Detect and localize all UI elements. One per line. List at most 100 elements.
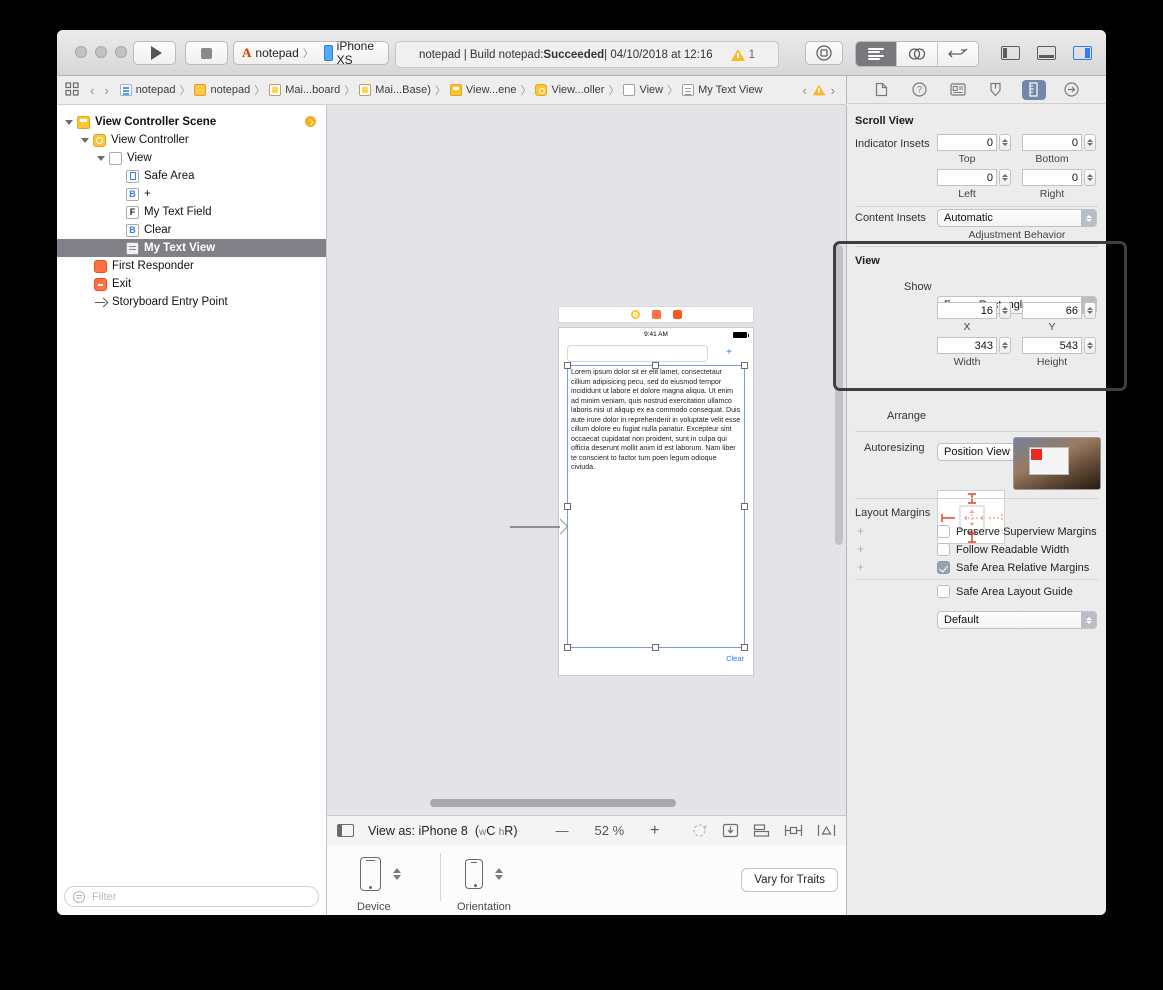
width-input[interactable]	[938, 340, 996, 352]
follow-readable-width-row[interactable]: Follow Readable Width	[937, 543, 1069, 556]
file-inspector-tab[interactable]	[870, 80, 894, 100]
run-button[interactable]	[133, 41, 176, 65]
safe-area-layout-guide-row[interactable]: Safe Area Layout Guide	[937, 585, 1073, 598]
stepper[interactable]	[999, 302, 1011, 319]
outline-row-scene[interactable]: View Controller Scene	[57, 113, 326, 131]
breadcrumb-view-controller[interactable]: View...oller	[535, 84, 604, 96]
clear-button[interactable]: Clear	[726, 654, 744, 663]
breadcrumb-scene[interactable]: View...ene	[450, 84, 517, 96]
navigator-toggle-button[interactable]	[997, 41, 1023, 65]
outline-row-text-field[interactable]: F My Text Field	[57, 203, 326, 221]
window-minimize-button[interactable]	[95, 46, 107, 58]
resize-handle-bottom-left[interactable]	[564, 644, 571, 651]
window-zoom-button[interactable]	[115, 46, 127, 58]
disclosure-triangle[interactable]	[65, 120, 73, 125]
outline-row-clear-button[interactable]: B Clear	[57, 221, 326, 239]
standard-editor-button[interactable]	[856, 42, 897, 66]
outline-row-safe-area[interactable]: Safe Area	[57, 167, 326, 185]
breadcrumb-folder[interactable]: notepad	[194, 84, 250, 96]
zoom-level[interactable]: 52 %	[595, 823, 625, 838]
scheme-selector[interactable]: A notepad 〉 iPhone XS	[233, 41, 389, 65]
checkbox-unchecked-icon[interactable]	[937, 525, 950, 538]
plus-button[interactable]: +	[722, 346, 736, 360]
outline-filter-field[interactable]	[64, 886, 319, 907]
update-frames-button[interactable]	[691, 823, 708, 838]
outline-row-text-view-selected[interactable]: My Text View	[57, 239, 326, 257]
content-insets-dropdown[interactable]: Automatic	[937, 209, 1097, 227]
debug-area-toggle-button[interactable]	[1033, 41, 1059, 65]
add-variation-button[interactable]: +	[857, 542, 864, 556]
breadcrumb-text-view[interactable]: My Text View	[682, 84, 762, 96]
breadcrumb-view[interactable]: View	[623, 84, 663, 96]
horizontal-scrollbar[interactable]	[430, 799, 676, 807]
checkbox-unchecked-icon[interactable]	[937, 543, 950, 556]
stepper[interactable]	[1084, 337, 1096, 354]
outline-row-entry-point[interactable]: Storyboard Entry Point	[57, 293, 326, 311]
disclosure-triangle[interactable]	[81, 138, 89, 143]
orientation-selector[interactable]	[465, 859, 503, 889]
nav-forward-button[interactable]: ›	[99, 83, 113, 98]
inset-right-input[interactable]	[1023, 172, 1081, 184]
previous-issue-button[interactable]: ‹	[797, 83, 811, 98]
dock-first-responder-icon[interactable]	[652, 310, 661, 319]
library-button[interactable]	[805, 41, 843, 65]
stepper[interactable]	[1084, 302, 1096, 319]
resize-handle-bottom-center[interactable]	[652, 644, 659, 651]
activity-viewer[interactable]: notepad | Build notepad: Succeeded | 04/…	[395, 41, 779, 68]
view-controller-view[interactable]: 9:41 AM + Lorem ipsum dolor sit er elit …	[558, 327, 754, 676]
resize-handle-mid-left[interactable]	[564, 503, 571, 510]
safe-area-relative-margins-row[interactable]: Safe Area Relative Margins	[937, 561, 1089, 574]
filter-input[interactable]	[90, 890, 310, 904]
resolve-issues-button[interactable]	[817, 823, 836, 838]
stop-button[interactable]	[185, 41, 228, 65]
outline-row-exit[interactable]: Exit	[57, 275, 326, 293]
preserve-superview-margins-row[interactable]: Preserve Superview Margins	[937, 525, 1097, 538]
resize-handle-top-center[interactable]	[652, 362, 659, 369]
resize-handle-mid-right[interactable]	[741, 503, 748, 510]
x-input[interactable]	[938, 305, 996, 317]
identity-inspector-tab[interactable]	[946, 80, 970, 100]
size-inspector-tab[interactable]	[1022, 80, 1046, 100]
embed-in-stack-button[interactable]	[722, 823, 739, 838]
resize-handle-top-right[interactable]	[741, 362, 748, 369]
assistant-editor-button[interactable]	[897, 42, 938, 66]
layout-margins-dropdown[interactable]: Default	[937, 611, 1097, 629]
view-as-button[interactable]: View as: iPhone 8 (wC hR)	[368, 824, 518, 838]
quick-help-inspector-tab[interactable]: ?	[908, 80, 932, 100]
next-issue-button[interactable]: ›	[826, 83, 840, 98]
my-text-field[interactable]	[567, 345, 708, 362]
dock-exit-icon[interactable]	[673, 310, 682, 319]
attributes-inspector-tab[interactable]	[984, 80, 1008, 100]
device-selector[interactable]	[360, 857, 401, 891]
outline-row-view-controller[interactable]: View Controller	[57, 131, 326, 149]
resize-handle-bottom-right[interactable]	[741, 644, 748, 651]
storyboard-entry-point-arrow[interactable]	[510, 520, 566, 534]
y-input[interactable]	[1023, 305, 1081, 317]
breadcrumb-storyboard-base[interactable]: Mai...Base)	[359, 84, 431, 96]
issue-badge[interactable]: 1	[731, 49, 755, 61]
height-input[interactable]	[1023, 340, 1081, 352]
checkbox-unchecked-icon[interactable]	[937, 585, 950, 598]
window-close-button[interactable]	[75, 46, 87, 58]
nav-back-button[interactable]: ‹	[85, 83, 99, 98]
stepper[interactable]	[1084, 134, 1096, 151]
zoom-out-button[interactable]: —	[556, 823, 569, 838]
breadcrumb-project[interactable]: notepad	[120, 84, 176, 96]
inset-bottom-input[interactable]	[1023, 137, 1081, 149]
outline-row-plus-button[interactable]: B +	[57, 185, 326, 203]
disclosure-triangle[interactable]	[97, 156, 105, 161]
resize-handle-top-left[interactable]	[564, 362, 571, 369]
my-text-view-selected[interactable]: Lorem ipsum dolor sit er elit lamet, con…	[567, 365, 745, 648]
vary-for-traits-button[interactable]: Vary for Traits	[741, 868, 838, 892]
zoom-in-button[interactable]: +	[650, 822, 659, 840]
dock-view-controller-icon[interactable]	[631, 310, 640, 319]
stepper[interactable]	[999, 337, 1011, 354]
outline-toggle-button[interactable]	[337, 824, 354, 837]
add-variation-button[interactable]: +	[857, 560, 864, 574]
checkbox-checked-icon[interactable]	[937, 561, 950, 574]
storyboard-canvas[interactable]: 9:41 AM + Lorem ipsum dolor sit er elit …	[327, 105, 846, 815]
outline-row-view[interactable]: View	[57, 149, 326, 167]
outline-row-first-responder[interactable]: First Responder	[57, 257, 326, 275]
add-variation-button[interactable]: +	[857, 524, 864, 538]
stepper[interactable]	[1084, 169, 1096, 186]
